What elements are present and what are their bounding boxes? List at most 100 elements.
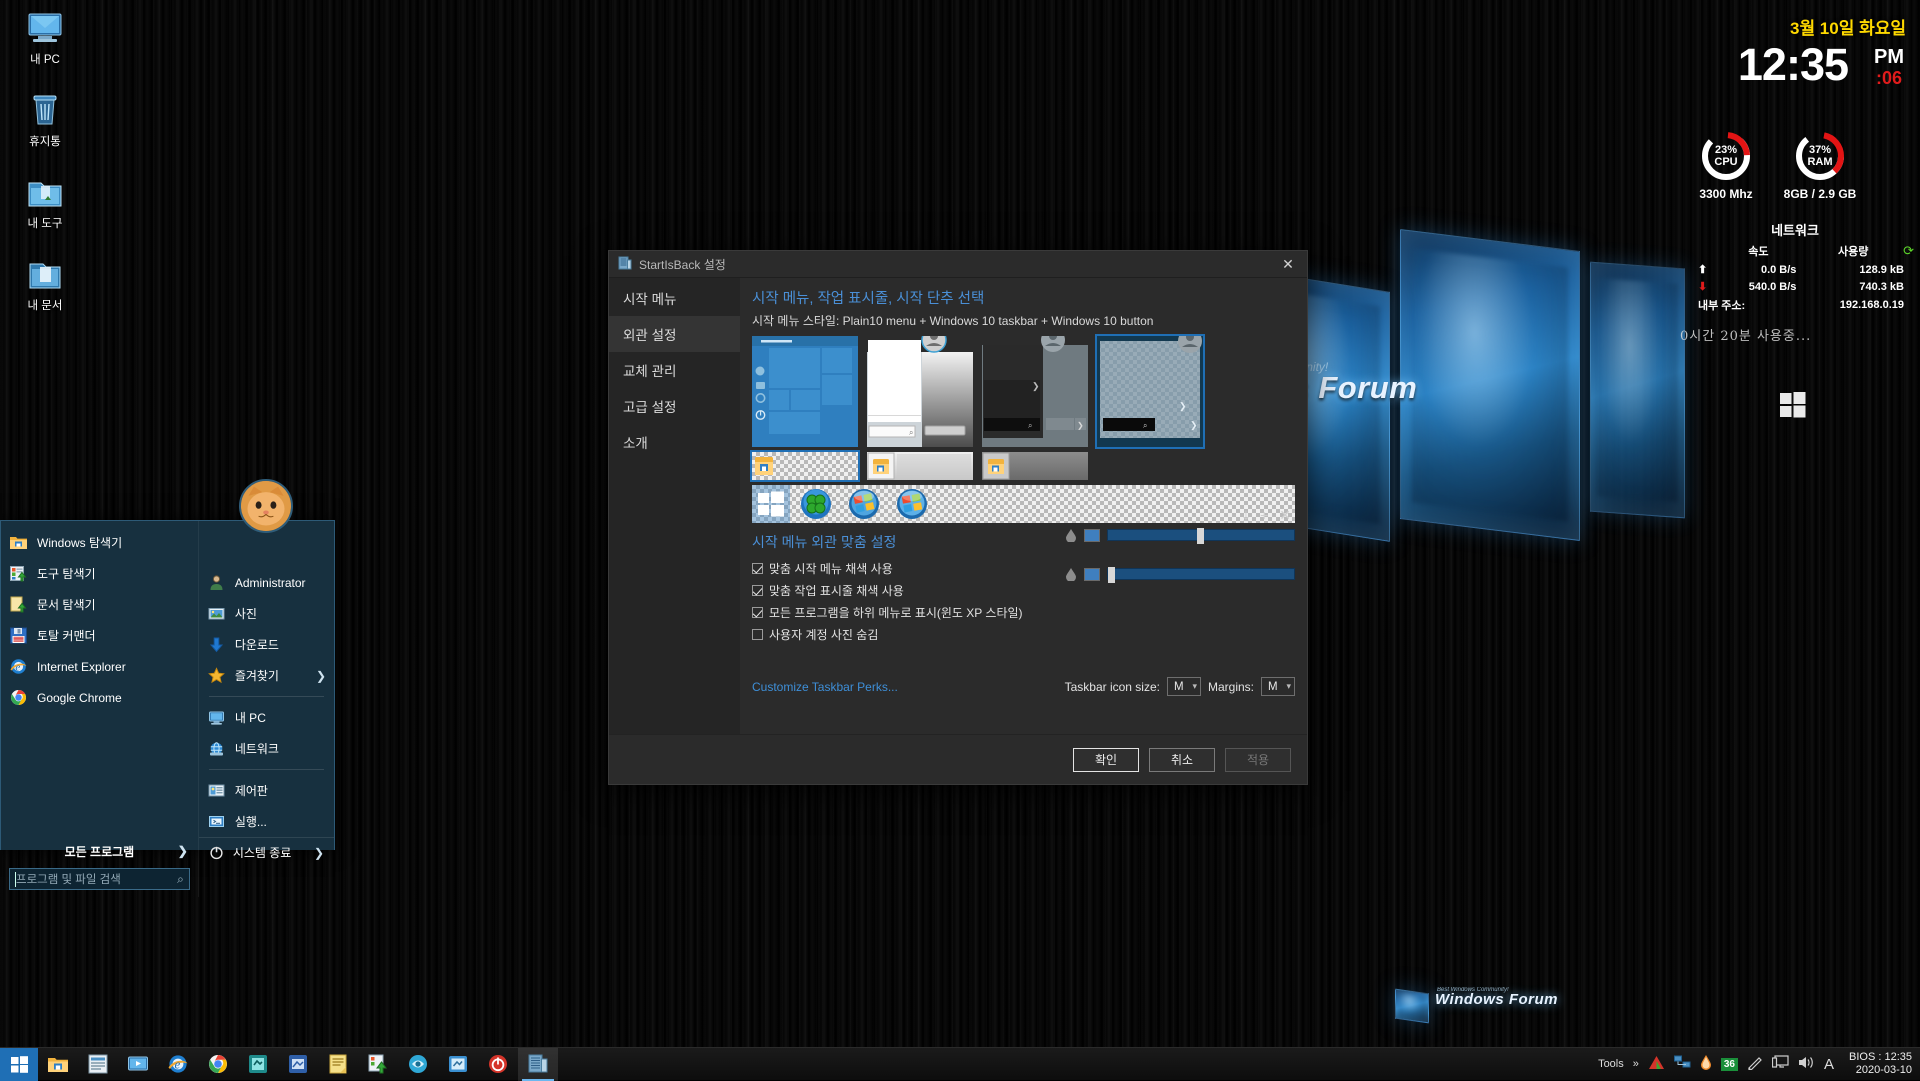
start-menu-item-run[interactable]: 실행... bbox=[199, 806, 334, 837]
dialog-titlebar[interactable]: StartIsBack 설정 ✕ bbox=[609, 251, 1307, 278]
taskbar-preview-windows10[interactable] bbox=[752, 452, 858, 480]
start-menu-item-pictures[interactable]: 사진 bbox=[199, 598, 334, 629]
taskbar-app-9[interactable] bbox=[358, 1048, 398, 1081]
taskbar-internet-explorer[interactable]: e bbox=[158, 1048, 198, 1081]
nav-item-advanced[interactable]: 고급 설정 bbox=[609, 388, 740, 424]
start-menu-color-swatch[interactable] bbox=[1084, 529, 1100, 542]
desktop[interactable]: Best Windows Community! Windows Forum Be… bbox=[0, 0, 1920, 1080]
shutdown-button[interactable]: 시스템 종료 ❯ bbox=[199, 837, 334, 867]
temperature-36-icon[interactable]: 36 bbox=[1721, 1058, 1738, 1071]
avatar[interactable] bbox=[239, 479, 293, 533]
taskbar-app-8[interactable] bbox=[318, 1048, 358, 1081]
checkbox-row-hide-user-picture[interactable]: 사용자 계정 사진 숨김 bbox=[752, 623, 1295, 645]
start-menu-item-windows-explorer[interactable]: Windows 탐색기 bbox=[1, 527, 198, 558]
start-menu-item-administrator[interactable]: Administrator bbox=[199, 567, 334, 598]
taskbar-preview-grey[interactable] bbox=[982, 452, 1088, 480]
checkbox-label: 맞춤 시작 메뉴 채색 사용 bbox=[769, 560, 893, 577]
close-icon[interactable]: ✕ bbox=[1269, 251, 1307, 278]
start-menu-item-network[interactable]: 네트워크 bbox=[199, 733, 334, 764]
taskbar-app-10[interactable] bbox=[398, 1048, 438, 1081]
start-menu-item-total-commander[interactable]: 토탈 커맨더 bbox=[1, 620, 198, 651]
taskbar-app-7[interactable] bbox=[278, 1048, 318, 1081]
taskbar-style-preview-row bbox=[752, 452, 1295, 480]
nav-item-switcher[interactable]: 교체 관리 bbox=[609, 352, 740, 388]
menu-preview-windows10-tiles[interactable] bbox=[752, 336, 858, 447]
taskbar-chrome[interactable] bbox=[198, 1048, 238, 1081]
desktop-icon-my-tools[interactable]: 내 도구 bbox=[5, 172, 85, 231]
taskbar-app-3[interactable] bbox=[118, 1048, 158, 1081]
start-button[interactable] bbox=[0, 1048, 38, 1081]
desktop-icon-recycle-bin[interactable]: 휴지통 bbox=[5, 90, 85, 149]
nav-item-appearance[interactable]: 외관 설정 bbox=[609, 316, 740, 352]
content-header: 시작 메뉴, 작업 표시줄, 시작 단추 선택 bbox=[752, 287, 1295, 308]
add-orb-icon[interactable]: + bbox=[1260, 507, 1268, 524]
tray-overflow-icon[interactable]: » bbox=[1633, 1058, 1639, 1070]
delete-orb-icon[interactable]: ✕ bbox=[1279, 507, 1291, 524]
taskbar-power[interactable] bbox=[478, 1048, 518, 1081]
network-down-speed: 540.0 B/s bbox=[1718, 279, 1798, 294]
start-menu-item-google-chrome[interactable]: Google Chrome bbox=[1, 682, 198, 713]
start-menu-item-my-pc[interactable]: 내 PC bbox=[199, 702, 334, 733]
start-menu-item-control-panel[interactable]: 제어판 bbox=[199, 775, 334, 806]
desktop-icon-my-documents[interactable]: 내 문서 bbox=[5, 254, 85, 313]
taskbar-app-11[interactable] bbox=[438, 1048, 478, 1081]
taskbar-app-6[interactable] bbox=[238, 1048, 278, 1081]
antivirus-icon[interactable] bbox=[1648, 1055, 1665, 1073]
taskbar-color-slider[interactable] bbox=[1107, 568, 1295, 580]
aero-orb[interactable] bbox=[848, 488, 880, 520]
taskbar-startisback[interactable] bbox=[518, 1048, 558, 1081]
ok-button[interactable]: 확인 bbox=[1073, 748, 1139, 772]
menu-preview-plain10[interactable]: ❯ ⌕ ❯ bbox=[1097, 336, 1203, 447]
water-drop-icon[interactable] bbox=[1700, 1055, 1712, 1073]
start-menu-item-downloads[interactable]: 다운로드 bbox=[199, 629, 334, 660]
startisback-settings-dialog[interactable]: StartIsBack 설정 ✕ 시작 메뉴 외관 설정 교체 관리 고급 설정… bbox=[608, 250, 1308, 785]
apply-button: 적용 bbox=[1225, 748, 1291, 772]
download-orb-icon[interactable]: ⤓ bbox=[1243, 507, 1249, 524]
volume-icon[interactable] bbox=[1798, 1055, 1815, 1073]
search-input[interactable]: 프로그램 및 파일 검색 ⌕ bbox=[9, 868, 190, 890]
start-menu-item-documents-explorer[interactable]: 문서 탐색기 bbox=[1, 589, 198, 620]
green-clover-orb[interactable] bbox=[800, 488, 832, 520]
taskbar-file-explorer[interactable] bbox=[38, 1048, 78, 1081]
dialog-nav: 시작 메뉴 외관 설정 교체 관리 고급 설정 소개 bbox=[609, 278, 740, 734]
font-icon[interactable]: A bbox=[1824, 1056, 1834, 1073]
checkbox-hide-user-picture[interactable] bbox=[752, 629, 763, 640]
bios-time: BIOS : 12:35 bbox=[1849, 1051, 1912, 1064]
search-icon: ⌕ bbox=[177, 872, 184, 887]
chevron-right-icon: ❯ bbox=[316, 669, 326, 683]
start-menu-item-tools-explorer[interactable]: 도구 탐색기 bbox=[1, 558, 198, 589]
start-menu-item-internet-explorer[interactable]: e Internet Explorer bbox=[1, 651, 198, 682]
chevron-down-icon: ▾ bbox=[1286, 681, 1291, 692]
cancel-button[interactable]: 취소 bbox=[1149, 748, 1215, 772]
checkbox-custom-menu-color[interactable] bbox=[752, 563, 763, 574]
margins-select[interactable]: M ▾ bbox=[1261, 677, 1295, 696]
start-menu[interactable]: Windows 탐색기 도구 탐색기 문서 탐색기 bbox=[0, 520, 335, 850]
menu-preview-plain-white[interactable]: ⌕ bbox=[867, 336, 973, 447]
start-menu-item-favorites[interactable]: 즐겨찾기 ❯ bbox=[199, 660, 334, 691]
windows10-orb[interactable] bbox=[755, 488, 787, 520]
menu-preview-dark[interactable]: ❯ ⌕ ❯ bbox=[982, 336, 1088, 447]
network-address-value: 192.168.0.19 bbox=[1800, 296, 1906, 314]
nav-item-start-menu[interactable]: 시작 메뉴 bbox=[609, 280, 740, 316]
network-connections-icon[interactable] bbox=[1674, 1055, 1691, 1073]
checkbox-row-all-programs-submenu[interactable]: 모든 프로그램을 하위 메뉴로 표시(윈도 XP 스타일) bbox=[752, 601, 1295, 623]
start-menu-color-slider[interactable] bbox=[1107, 529, 1295, 541]
customize-taskbar-perks-link[interactable]: Customize Taskbar Perks... bbox=[752, 680, 898, 694]
svg-text:❯: ❯ bbox=[1190, 420, 1198, 431]
nav-item-about[interactable]: 소개 bbox=[609, 424, 740, 460]
taskbar[interactable]: e bbox=[0, 1047, 1920, 1080]
all-programs-label: 모든 프로그램 bbox=[65, 843, 135, 860]
checkbox-custom-taskbar-color[interactable] bbox=[752, 585, 763, 596]
checkbox-all-programs-submenu[interactable] bbox=[752, 607, 763, 618]
taskbar-app-2[interactable] bbox=[78, 1048, 118, 1081]
display-icon[interactable] bbox=[1772, 1055, 1789, 1073]
pen-icon[interactable] bbox=[1747, 1055, 1763, 1073]
desktop-icon-my-pc[interactable]: 내 PC bbox=[5, 8, 85, 67]
taskbar-color-swatch[interactable] bbox=[1084, 568, 1100, 581]
tray-clock[interactable]: BIOS : 12:35 2020-03-10 bbox=[1843, 1051, 1912, 1077]
vista-orb[interactable] bbox=[896, 488, 928, 520]
all-programs-button[interactable]: 모든 프로그램 ❯ bbox=[1, 837, 198, 865]
tray-tools-label[interactable]: Tools bbox=[1598, 1058, 1624, 1070]
taskbar-icon-size-select[interactable]: M ▾ bbox=[1167, 677, 1201, 696]
taskbar-preview-aero[interactable] bbox=[867, 452, 973, 480]
